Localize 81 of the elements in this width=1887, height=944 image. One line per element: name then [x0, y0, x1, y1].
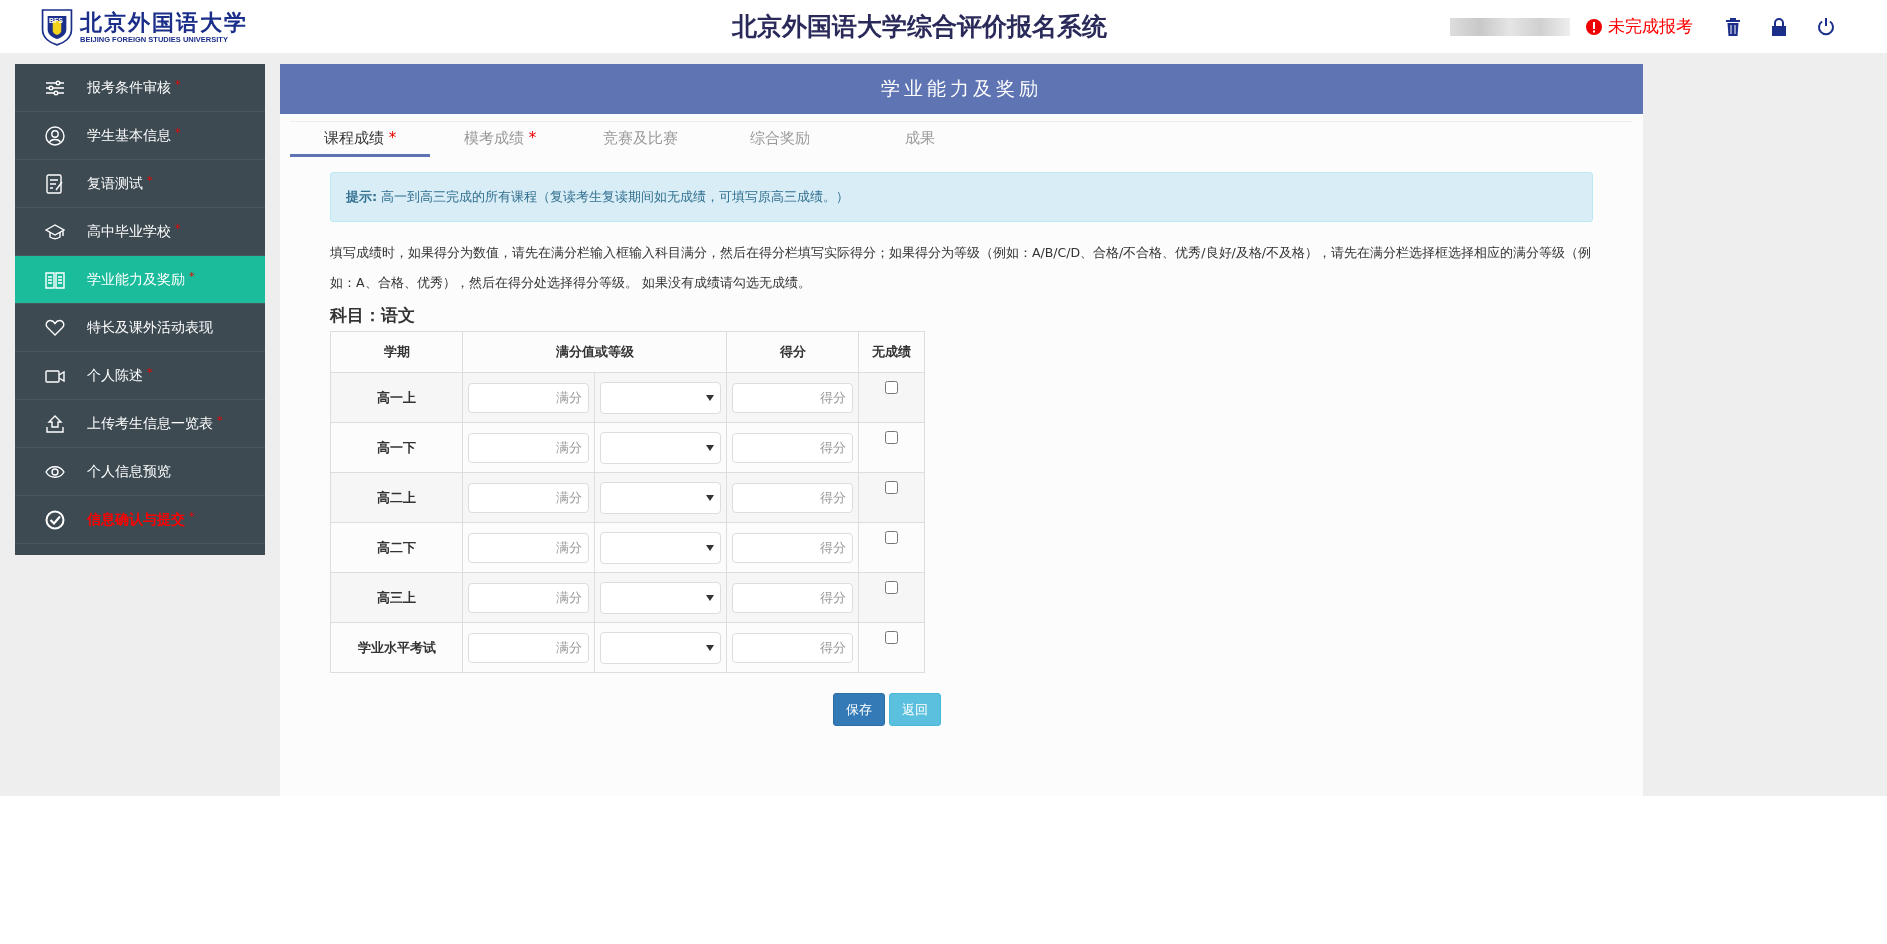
- menu-label: 学生基本信息: [87, 126, 171, 145]
- full-score-field[interactable]: 满分: [468, 382, 589, 413]
- sidebar-item[interactable]: 上传考生信息一览表 *: [15, 400, 265, 448]
- no-score-checkbox[interactable]: [885, 531, 898, 544]
- menu-label: 个人信息预览: [87, 462, 171, 481]
- no-score-checkbox[interactable]: [885, 581, 898, 594]
- caret-icon: [706, 544, 714, 551]
- university-name: 北京外国语大学: [80, 9, 248, 35]
- no-score-checkbox[interactable]: [885, 431, 898, 444]
- term-cell: 高二上: [330, 472, 463, 523]
- column-header: 得分: [726, 331, 859, 373]
- sidebar-item[interactable]: 学生基本信息 *: [15, 112, 265, 160]
- term-cell: 高二下: [330, 522, 463, 573]
- caret-icon: [706, 394, 714, 401]
- sidebar-item[interactable]: 特长及课外活动表现: [15, 304, 265, 352]
- sidebar-item[interactable]: 个人信息预览: [15, 448, 265, 496]
- column-header: 满分值或等级: [462, 331, 727, 373]
- full-score-field[interactable]: 满分: [468, 432, 589, 463]
- subject-heading: 科目：语文: [330, 304, 416, 327]
- lock-icon[interactable]: [1771, 17, 1787, 36]
- required-mark: *: [147, 174, 153, 187]
- sidebar-item[interactable]: 个人陈述 *: [15, 352, 265, 400]
- user-icon: [45, 125, 65, 146]
- required-mark: *: [189, 510, 195, 523]
- full-score-field[interactable]: 满分: [468, 532, 589, 563]
- instructions-text: 填写成绩时，如果得分为数值，请先在满分栏输入框输入科目满分，然后在得分栏填写实际得分；如果得分为等级（例如：A/B/C/D、合格/不合格、优秀/良好/及格/不及格），请先在满分栏选择框选择相应的满分等级（例如：A、合格、优秀），然后在得分处选择得分等级。 如果没有成绩请勾选无成绩。: [330, 244, 1592, 292]
- term-cell: 高三上: [330, 572, 463, 623]
- caret-icon: [706, 494, 714, 501]
- panel-title: 学业能力及奖励: [280, 64, 1643, 114]
- full-score-field[interactable]: 满分: [468, 582, 589, 613]
- menu-label: 报考条件审核: [87, 78, 171, 97]
- exclamation-icon: [1586, 18, 1602, 35]
- menu-label: 特长及课外活动表现: [87, 318, 213, 337]
- menu-label: 高中毕业学校: [87, 222, 171, 241]
- full-score-field[interactable]: 满分: [468, 482, 589, 513]
- score-field[interactable]: 得分: [732, 382, 853, 413]
- required-mark: *: [147, 366, 153, 379]
- menu-label: 上传考生信息一览表: [87, 414, 213, 433]
- system-title: 北京外国语大学综合评价报名系统: [730, 11, 1108, 43]
- tab[interactable]: 课程成绩 *: [290, 122, 430, 157]
- score-field[interactable]: 得分: [732, 482, 853, 513]
- no-score-checkbox[interactable]: [885, 481, 898, 494]
- menu-label: 个人陈述: [87, 366, 143, 385]
- caret-icon: [706, 644, 714, 651]
- term-cell: 学业水平考试: [330, 622, 463, 673]
- column-header: 学期: [330, 331, 463, 373]
- term-cell: 高一上: [330, 372, 463, 423]
- no-score-checkbox[interactable]: [885, 381, 898, 394]
- notepad-icon: [45, 173, 65, 194]
- upload-icon: [45, 413, 65, 434]
- term-cell: 高一下: [330, 422, 463, 473]
- registration-status: 未完成报考: [1608, 15, 1693, 38]
- university-emblem-icon: [40, 6, 74, 47]
- tab[interactable]: 模考成绩 *: [430, 122, 570, 157]
- check-circle-icon: [45, 509, 65, 530]
- score-field[interactable]: 得分: [732, 432, 853, 463]
- menu-label: 信息确认与提交: [87, 510, 185, 529]
- power-icon[interactable]: [1817, 17, 1835, 36]
- book-icon: [45, 269, 65, 290]
- graduation-cap-icon: [45, 221, 65, 242]
- score-field[interactable]: 得分: [732, 532, 853, 563]
- required-mark: *: [175, 78, 181, 91]
- column-header: 无成绩: [858, 331, 925, 373]
- menu-label: 学业能力及奖励: [87, 270, 185, 289]
- save-button[interactable]: 保存: [832, 693, 885, 726]
- heart-icon: [45, 317, 65, 338]
- menu-label: 复语测试: [87, 174, 143, 193]
- no-score-checkbox[interactable]: [885, 631, 898, 644]
- caret-icon: [706, 444, 714, 451]
- required-mark: *: [175, 126, 181, 139]
- sidebar-item[interactable]: 报考条件审核 *: [15, 64, 265, 112]
- required-mark: *: [189, 270, 195, 283]
- score-field[interactable]: 得分: [732, 632, 853, 663]
- caret-icon: [706, 594, 714, 601]
- trash-icon[interactable]: [1725, 17, 1741, 36]
- score-field[interactable]: 得分: [732, 582, 853, 613]
- required-mark: *: [175, 222, 181, 235]
- full-score-field[interactable]: 满分: [468, 632, 589, 663]
- hint-alert: 提示: 高一到高三完成的所有课程（复读考生复读期间如无成绩，可填写原高三成绩。）: [330, 172, 1593, 222]
- sidebar-item[interactable]: 复语测试 *: [15, 160, 265, 208]
- required-mark: *: [217, 414, 223, 427]
